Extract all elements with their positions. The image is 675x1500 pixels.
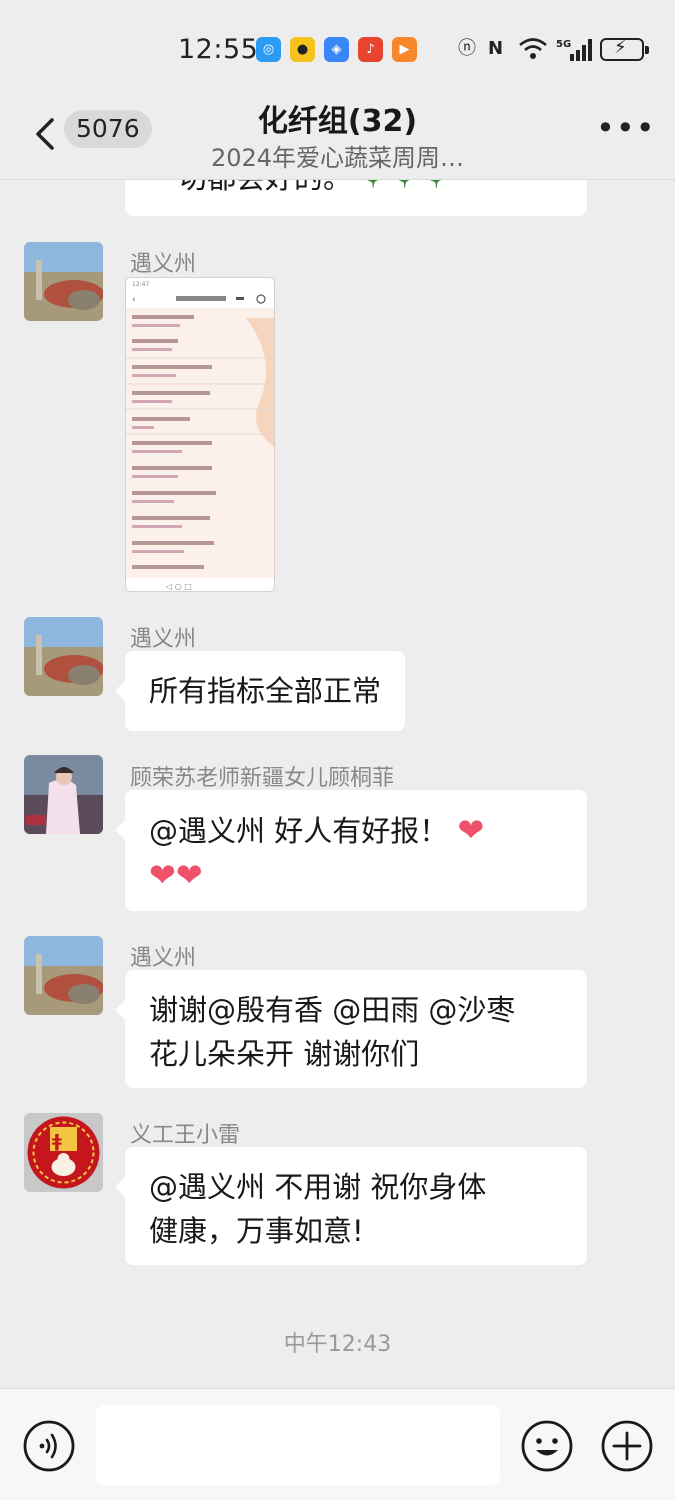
message-text: 所有指标全部正常	[149, 674, 382, 708]
message-bubble[interactable]: 所有指标全部正常	[114, 651, 406, 731]
listen-app-icon: ♪	[358, 37, 383, 62]
status-bar: 12:55 ◎ ● ◈ ♪ ▶ ⓝ N 5G ⚡	[0, 0, 675, 96]
chat-header: 5076 化纤组(32) 2024年爱心蔬菜周周… •••	[0, 96, 675, 180]
svg-text:ǂ: ǂ	[52, 1131, 62, 1152]
input-bar	[0, 1388, 675, 1500]
message-list[interactable]: 一切都会好的。 ⚘ ⚘ ⚘ 遇义州 12:47 ‹	[0, 180, 675, 1388]
nfc-icon: ⓝ	[458, 38, 476, 59]
chat-app-icon: ◎	[256, 37, 281, 62]
avatar[interactable]	[24, 755, 103, 834]
message-bubble[interactable]: 谢谢@殷有香 @田雨 @沙枣 花儿朵朵开 谢谢你们	[115, 970, 587, 1088]
message-text-line: 健康，万事如意!	[149, 1214, 364, 1248]
video-app-icon: ▶	[392, 37, 417, 62]
plant-emoji-icon: ⚘ ⚘ ⚘	[361, 180, 448, 195]
timestamp: 中午12:43	[283, 1332, 392, 1357]
heart-emoji-icon: ❤	[149, 856, 176, 894]
message-text: @遇义州 好人有好报！	[149, 814, 449, 848]
network-label: 5G	[556, 39, 571, 50]
browser-app-icon: ◈	[324, 37, 349, 62]
message-bubble[interactable]: @遇义州 好人有好报！ ❤ ❤❤	[115, 790, 587, 911]
add-button[interactable]	[600, 1419, 654, 1473]
svg-text:12:47: 12:47	[132, 281, 149, 288]
news-app-icon: ●	[290, 37, 315, 62]
chat-subtitle: 2024年爱心蔬菜周周…	[210, 144, 465, 172]
message-input[interactable]	[96, 1405, 500, 1485]
chat-title: 化纤组(32)	[257, 104, 418, 139]
nfc-n-icon: N	[488, 38, 504, 59]
more-options-button[interactable]: •••	[596, 112, 655, 144]
message-text-line: @遇义州 不用谢 祝你身体	[149, 1170, 487, 1204]
status-time: 12:55	[178, 34, 259, 65]
voice-input-button[interactable]	[22, 1419, 76, 1473]
avatar[interactable]: ǂ	[24, 1113, 103, 1192]
avatar[interactable]	[24, 617, 103, 696]
sender-name: 义工王小雷	[130, 1123, 241, 1148]
sender-name: 顾荣苏老师新疆女儿顾桐菲	[130, 766, 395, 791]
svg-text:‹: ‹	[132, 295, 136, 305]
sender-name: 遇义州	[130, 946, 197, 971]
shared-image[interactable]: 12:47 ‹ ◁ ○ □	[125, 277, 275, 592]
sender-name: 遇义州	[130, 252, 197, 277]
svg-text:◁ ○ □: ◁ ○ □	[165, 582, 192, 591]
heart-emoji-icon: ❤	[175, 856, 203, 894]
message-text-line: 花儿朵朵开 谢谢你们	[149, 1037, 420, 1071]
message-text: 一切都会好的。	[149, 180, 352, 195]
sender-name: 遇义州	[130, 627, 197, 652]
message-bubble[interactable]: 一切都会好的。 ⚘ ⚘ ⚘	[125, 180, 587, 216]
avatar[interactable]	[24, 936, 103, 1015]
wifi-icon	[518, 36, 548, 62]
emoji-button[interactable]	[520, 1419, 574, 1473]
avatar[interactable]	[24, 242, 103, 321]
cellular-signal-icon: 5G	[556, 36, 594, 62]
heart-emoji-icon: ❤	[457, 811, 485, 849]
message-bubble[interactable]: @遇义州 不用谢 祝你身体 健康，万事如意!	[115, 1147, 587, 1265]
battery-icon: ⚡	[600, 37, 649, 61]
message-text-line: 谢谢@殷有香 @田雨 @沙枣	[149, 993, 516, 1027]
